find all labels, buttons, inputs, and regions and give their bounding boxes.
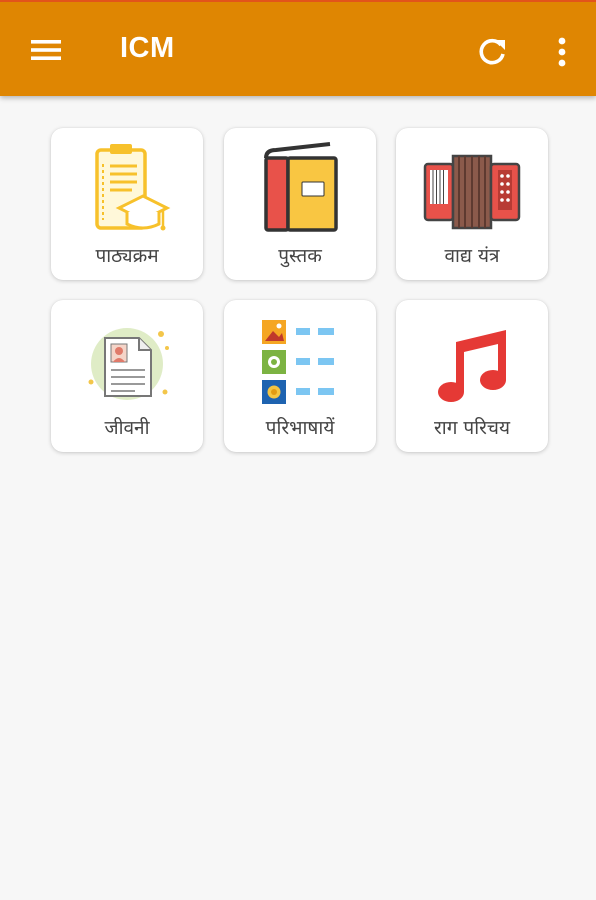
biography-document-icon	[88, 328, 169, 400]
tile-label: राग परिचय	[434, 417, 510, 439]
menu-button[interactable]	[22, 28, 70, 72]
tile-definitions[interactable]: परिभाषायें	[224, 300, 376, 452]
overflow-menu-button[interactable]	[540, 28, 584, 76]
tile-label: पुस्तक	[278, 245, 322, 267]
music-note-icon	[438, 330, 506, 402]
accordion-icon	[423, 154, 521, 230]
definitions-list-icon	[262, 320, 334, 404]
tile-biography[interactable]: जीवनी	[51, 300, 203, 452]
tile-label: परिभाषायें	[265, 417, 335, 439]
app-title: ICM	[120, 32, 175, 64]
tile-raga-intro[interactable]: राग परिचय	[396, 300, 548, 452]
tile-book[interactable]: पुस्तक	[224, 128, 376, 280]
tile-instruments[interactable]: वाद्य यंत्र	[396, 128, 548, 280]
refresh-button[interactable]	[468, 28, 516, 76]
hamburger-menu-icon	[31, 40, 61, 60]
syllabus-clipboard-icon	[95, 144, 171, 231]
tile-label: वाद्य यंत्र	[444, 245, 500, 267]
more-vertical-icon	[558, 37, 566, 67]
tile-syllabus[interactable]: पाठ्यक्रम	[51, 128, 203, 280]
app-bar: ICM	[0, 0, 596, 96]
tile-label: पाठ्यक्रम	[95, 245, 159, 267]
home-grid: पाठ्यक्रम पुस्तक वाद्य यंत्र जीवनी परिभा…	[0, 96, 596, 900]
tile-label: जीवनी	[104, 417, 150, 439]
refresh-icon	[479, 38, 505, 65]
book-icon	[264, 142, 338, 232]
